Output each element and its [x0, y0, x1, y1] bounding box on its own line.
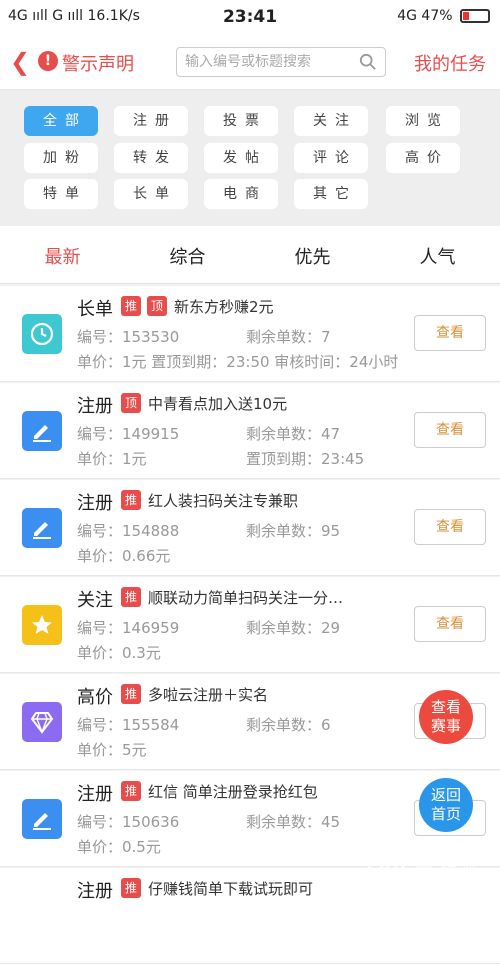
- view-button[interactable]: 查看: [414, 315, 486, 351]
- clock-icon: [22, 314, 62, 354]
- back-home-button[interactable]: 返回 首页: [419, 778, 473, 832]
- task-remaining: 剩余单数：95: [246, 522, 341, 540]
- filter-comment[interactable]: 评论: [294, 143, 368, 173]
- baidu-watermark-logo: Bai 经验: [366, 848, 476, 878]
- task-title: 中青看点加入送10元: [148, 395, 288, 413]
- filter-forward[interactable]: 转发: [114, 143, 188, 173]
- tag-recommend: 推: [121, 781, 141, 801]
- task-category: 高价: [77, 687, 113, 708]
- back-home-line2: 首页: [430, 805, 461, 823]
- tag-recommend: 推: [121, 587, 141, 607]
- task-remaining: 剩余单数：6: [246, 716, 331, 734]
- battery-text: 4G 47%: [397, 8, 453, 24]
- tab-overall[interactable]: 综合: [125, 243, 250, 269]
- task-category: 注册: [77, 396, 113, 417]
- task-category: 长单: [77, 299, 113, 320]
- task-row[interactable]: 注册 推 红人装扫码关注专兼职 编号：154888 剩余单数：95 单价：0.6…: [0, 480, 500, 576]
- tag-top: 顶: [121, 393, 141, 413]
- tag-recommend: 推: [121, 684, 141, 704]
- task-id: 编号：154888: [77, 522, 180, 540]
- task-price: 单价：5元: [77, 741, 147, 759]
- task-row[interactable]: 注册 顶 中青看点加入送10元 编号：149915 剩余单数：47 单价：1元 …: [0, 383, 500, 479]
- view-race-line2: 赛事: [430, 717, 461, 735]
- task-price: 单价：1元 置顶到期：23:50 审核时间：24小时: [77, 353, 399, 371]
- pencil-icon: [22, 508, 62, 548]
- back-chevron-icon[interactable]: ❮: [10, 48, 30, 76]
- task-id: 编号：146959: [77, 619, 180, 637]
- task-title: 多啦云注册＋实名: [148, 686, 269, 704]
- search-box[interactable]: [176, 47, 386, 77]
- view-race-line1: 查看: [430, 698, 461, 716]
- diamond-icon: [22, 702, 62, 742]
- filter-post[interactable]: 发帖: [204, 143, 278, 173]
- task-remaining: 剩余单数：29: [246, 619, 341, 637]
- filter-other[interactable]: 其它: [294, 179, 368, 209]
- pencil-icon: [22, 799, 62, 839]
- task-row[interactable]: 关注 推 顺联动力简单扫码关注一分… 编号：146959 剩余单数：29 单价：…: [0, 577, 500, 673]
- task-category: 关注: [77, 590, 113, 611]
- view-race-button[interactable]: 查看 赛事: [419, 690, 473, 744]
- task-id: 编号：155584: [77, 716, 180, 734]
- tag-recommend: 推: [121, 490, 141, 510]
- view-button[interactable]: 查看: [414, 606, 486, 642]
- tag-top: 顶: [147, 296, 167, 316]
- battery-icon: [460, 9, 490, 23]
- top-bar: ❮ ! 警示声明 我的任务: [0, 34, 500, 90]
- filter-vote[interactable]: 投票: [204, 106, 278, 136]
- back-home-line1: 返回: [430, 786, 461, 804]
- svg-text:经验: 经验: [440, 856, 476, 877]
- status-bar: 4G ııll G ııll 16.1K/s 23:41 4G 47%: [0, 0, 500, 34]
- task-price: 单价：0.66元: [77, 547, 171, 565]
- task-title: 红信 简单注册登录抢红包: [148, 783, 318, 801]
- filter-ecommerce[interactable]: 电商: [204, 179, 278, 209]
- task-id: 编号：149915: [77, 425, 180, 443]
- task-title: 新东方秒赚2元: [174, 298, 274, 316]
- task-title: 红人装扫码关注专兼职: [148, 492, 299, 510]
- warning-icon: !: [38, 51, 58, 71]
- filter-add-fans[interactable]: 加粉: [24, 143, 98, 173]
- task-top-expiry: 置顶到期：23:45: [246, 450, 365, 468]
- tab-popular[interactable]: 人气: [375, 243, 500, 269]
- task-category: 注册: [77, 881, 113, 902]
- task-id: 编号：153530: [77, 328, 180, 346]
- task-id: 编号：150636: [77, 813, 180, 831]
- filter-all[interactable]: 全部: [24, 106, 98, 136]
- task-price: 单价：0.3元: [77, 644, 161, 662]
- tag-recommend: 推: [121, 878, 141, 898]
- filter-register[interactable]: 注册: [114, 106, 188, 136]
- task-remaining: 剩余单数：7: [246, 328, 331, 346]
- pencil-icon: [22, 411, 62, 451]
- my-tasks-link[interactable]: 我的任务: [414, 50, 486, 76]
- filter-high-price[interactable]: 高价: [386, 143, 460, 173]
- category-filters: 全部 注册 投票 关注 浏览 加粉 转发 发帖 评论 高价 特单 长单 电商 其…: [0, 90, 500, 226]
- filter-special[interactable]: 特单: [24, 179, 98, 209]
- task-price: 单价：0.5元: [77, 838, 161, 856]
- task-row[interactable]: 长单 推 顶 新东方秒赚2元 编号：153530 剩余单数：7 单价：1元 置顶…: [0, 286, 500, 382]
- view-button[interactable]: 查看: [414, 412, 486, 448]
- search-icon[interactable]: [359, 53, 377, 71]
- search-input[interactable]: [185, 48, 355, 76]
- tab-newest[interactable]: 最新: [0, 243, 125, 269]
- task-category: 注册: [77, 784, 113, 805]
- task-remaining: 剩余单数：47: [246, 425, 341, 443]
- filter-browse[interactable]: 浏览: [386, 106, 460, 136]
- tab-priority[interactable]: 优先: [250, 243, 375, 269]
- star-icon: [22, 605, 62, 645]
- task-title: 顺联动力简单扫码关注一分…: [148, 589, 344, 607]
- task-price: 单价：1元: [77, 450, 147, 468]
- battery-status: 4G 47%: [397, 8, 490, 24]
- filter-follow[interactable]: 关注: [294, 106, 368, 136]
- filter-long[interactable]: 长单: [114, 179, 188, 209]
- svg-text:Bai: Bai: [366, 848, 406, 878]
- task-category: 注册: [77, 493, 113, 514]
- sort-tabs: 最新 综合 优先 人气: [0, 226, 500, 284]
- view-button[interactable]: 查看: [414, 509, 486, 545]
- warning-notice-link[interactable]: 警示声明: [62, 50, 134, 76]
- tag-recommend: 推: [121, 296, 141, 316]
- task-remaining: 剩余单数：45: [246, 813, 341, 831]
